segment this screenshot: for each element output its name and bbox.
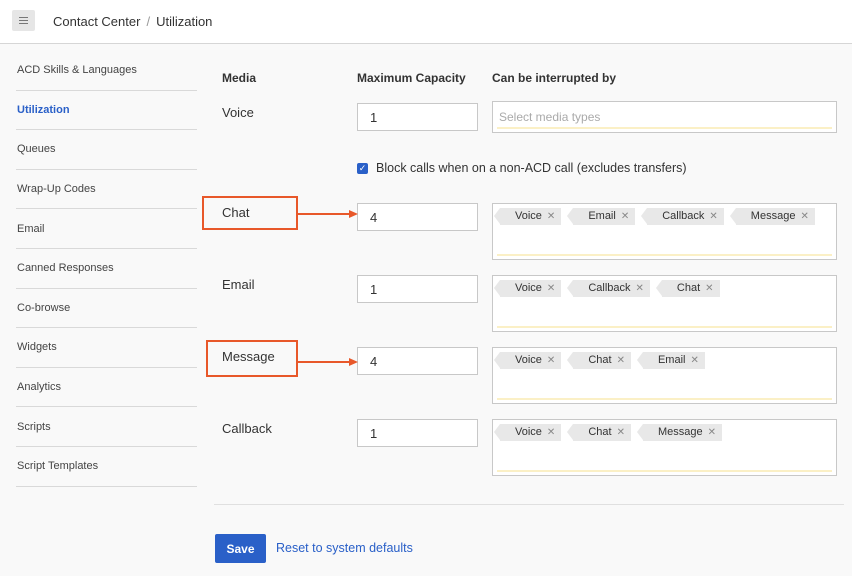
footer-divider xyxy=(214,504,844,505)
annotation-arrowhead-message xyxy=(349,358,358,366)
reset-defaults-link[interactable]: Reset to system defaults xyxy=(276,541,413,555)
annotation-arrowhead-chat xyxy=(349,210,358,218)
save-button[interactable]: Save xyxy=(215,534,266,563)
annotation-arrows xyxy=(298,210,358,366)
